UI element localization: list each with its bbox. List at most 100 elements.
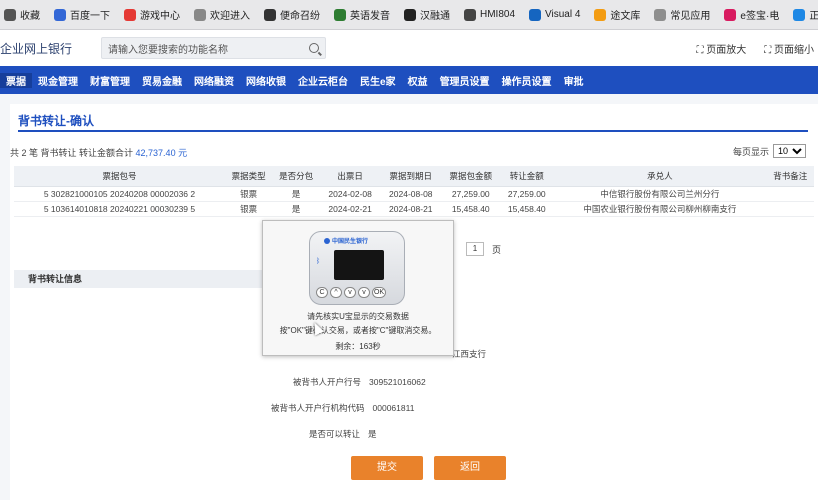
page-input[interactable]: 1 [466,242,484,256]
zoom-in-button[interactable]: ⛶ 页面放大 [696,41,746,56]
popup-line-verify: 请先核实U宝显示的交易数据 [307,312,409,321]
bookmark-item[interactable]: e签宝·电 [724,7,779,22]
bookmark-item[interactable]: Visual 4 [529,8,581,21]
bookmark-label: HMI804 [480,9,516,20]
page-suffix: 页 [492,244,502,255]
device-brand: 中国民生银行 [324,236,368,245]
nav-item[interactable]: 网络收银 [240,73,292,88]
bookmark-label: 英语发音 [350,11,390,22]
bank-name-fragment: 江西支行 [452,349,487,359]
bookmark-label: e签宝·电 [740,11,780,22]
per-page-control: 每页显示 10 [733,144,806,158]
bookmark-label: Visual 4 [545,9,581,20]
device-key: v [358,287,370,298]
section-header-transfer-info: 背书转让信息 [14,270,270,288]
bookmark-item[interactable]: 百度一下 [54,7,110,22]
zoom-controls: ⛶ 页面放大 ⛶ 页面缩小 [696,41,814,56]
column-header: 票据包金额 [441,166,501,187]
table-cell: 银票 [224,201,273,217]
device-key: C [316,287,328,298]
bookmark-item[interactable]: 途文库 [594,7,640,22]
bookmark-item[interactable]: 便命召纷 [264,7,320,22]
table-cell: 5 103614010818 20240221 00030239 5 [14,201,225,217]
table-cell: 2024-02-08 [319,186,381,202]
function-search-input[interactable]: 请输入您要搜索的功能名称 [101,37,326,59]
bookmark-favicon-icon [4,8,16,21]
transfer-summary: 共 2 笔 背书转让 转让金额合计 42,737.40 元 [10,148,188,158]
table-cell: 15,458.40 [500,201,554,217]
device-screen [334,250,384,280]
nav-item[interactable]: 贸易金融 [136,73,188,88]
column-header: 是否分包 [272,166,320,187]
bookmark-favicon-icon [54,8,66,21]
bookmark-favicon-icon [404,8,416,21]
nav-item[interactable]: 审批 [558,73,590,88]
bookmark-favicon-icon [334,8,346,21]
bookmark-favicon-icon [529,8,542,21]
nav-item[interactable]: 票据 [0,72,32,88]
device-key: OK [372,287,386,298]
table-cell: 是 [272,201,320,217]
bookmark-label: 收藏 [20,11,40,22]
nav-item[interactable]: 财富管理 [84,73,136,88]
popup-line-instruction: 按"OK"键确认交易，或者按"C"键取消交易。 [279,326,437,335]
bookmarks-bar: 收藏 百度一下 游戏中心 欢迎进入 便命召纷 英语发音 汉融通 HMI804 Visual 4 途… [0,0,818,30]
bookmark-item[interactable]: 游戏中心 [124,7,180,22]
nav-item[interactable]: 民生e家 [354,73,402,88]
bookmark-label: 欢迎进入 [210,11,250,22]
column-header: 转让金额 [500,166,554,187]
bookmark-label: 汉融通 [420,11,450,22]
device-key: v [344,287,356,298]
column-header: 票据类型 [224,166,273,187]
bookmark-item[interactable]: HMI804 [464,8,516,21]
search-icon[interactable] [309,43,319,53]
table-cell: 2024-08-21 [380,201,442,217]
bookmark-label: 游戏中心 [140,11,180,22]
table-cell: 中国农业银行股份有限公司柳州柳南支行 [553,201,767,217]
nav-item[interactable]: 网络融资 [188,73,240,88]
bookmark-item[interactable]: 正迹示 [793,7,818,22]
device-keys: C ^ v v OK [316,287,386,298]
bookmark-item[interactable]: 英语发音 [334,7,390,22]
bookmark-item[interactable]: 收藏 [4,7,40,22]
table-row[interactable]: 5 302821000105 20240208 00002036 2 银票是 202… [14,186,814,202]
table-row[interactable]: 5 103614010818 20240221 00030239 5 银票是 202… [14,201,814,217]
nav-item[interactable]: 现金管理 [32,73,84,88]
bookmark-item[interactable]: 欢迎进入 [194,7,250,22]
column-header: 出票日 [319,166,381,187]
back-button[interactable]: 返回 [434,456,506,480]
search-placeholder: 请输入您要搜索的功能名称 [108,44,228,56]
nav-item[interactable]: 企业云柜台 [292,73,354,88]
main-nav: 票据 现金管理 财富管理 贸易金融 网络融资 网络收银 企业云柜台 民生e家 权益 管理员设置 操作… [0,66,818,94]
column-header: 票据到期日 [380,166,442,187]
bookmark-item[interactable]: 汉融通 [404,7,450,22]
summary-amount: 42,737.40 元 [135,148,188,158]
submit-button[interactable]: 提交 [351,456,423,480]
bank-logo-icon [324,238,330,245]
bookmark-favicon-icon [124,8,136,21]
bookmark-favicon-icon [464,8,476,21]
zoom-out-button[interactable]: ⛶ 页面缩小 [764,41,814,56]
table-cell: 27,259.00 [441,186,501,202]
bookmark-item[interactable]: 常见应用 [654,7,710,22]
per-page-select[interactable]: 10 [773,144,806,158]
table-cell: 是 [272,186,320,202]
table-cell: 27,259.00 [500,186,554,202]
bank-logo-text: 企业网上银行 [0,41,73,56]
column-header: 票据包号 [14,166,225,187]
device-key: ^ [330,287,342,298]
nav-item[interactable]: 操作员设置 [496,73,558,88]
bookmark-label: 常见应用 [670,11,711,22]
bluetooth-icon: ᛒ [316,258,321,265]
column-header: 背书备注 [766,166,814,187]
endorsee-org-row: 被背书人开户行机构代码 000061811 [271,403,415,413]
bank-header: 企业网上银行 请输入您要搜索的功能名称 ⛶ 页面放大 ⛶ 页面缩小 [0,30,818,66]
bookmark-label: 正迹示 [809,7,818,22]
nav-item[interactable]: 权益 [402,73,434,88]
ukey-confirm-dialog: 中国民生银行 ᛒ C ^ v v OK 请先核实U宝显示的交易数据 按"OK"键确认交易… [262,220,454,356]
endorsee-account-row: 被背书人开户行号 309521016062 [293,377,426,387]
table-cell [766,201,814,217]
bookmark-favicon-icon [793,8,806,21]
nav-item[interactable]: 管理员设置 [434,73,496,88]
ukey-device-image: 中国民生银行 ᛒ C ^ v v OK [309,231,405,305]
